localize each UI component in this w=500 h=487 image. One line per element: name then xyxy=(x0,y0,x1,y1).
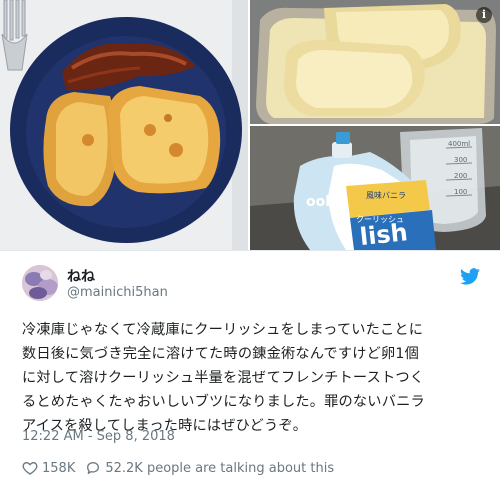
cup-mark-200: 200 xyxy=(454,172,467,180)
pouch-katakana-text: クーリッシュ xyxy=(356,215,404,224)
tweet-text-line: るとめたゃくたゃおいしいブツになりました。罪のないバニラ xyxy=(22,394,425,410)
photo-bread-soaking[interactable]: i xyxy=(250,0,500,124)
like-button[interactable]: 158K xyxy=(22,460,75,476)
pouch-flavor-text: 風味バニラ xyxy=(366,190,406,200)
display-name[interactable]: ねね xyxy=(67,266,95,286)
photo-french-toast-plate[interactable] xyxy=(0,0,248,250)
reply-icon xyxy=(87,462,100,474)
tweet-card: i 400ml 300 200 100 ooli lish 風味バニラ クーリッ… xyxy=(0,0,500,487)
avatar[interactable] xyxy=(22,265,58,301)
tweet-timestamp[interactable]: 12:22 AM - Sep 8, 2018 xyxy=(22,429,175,444)
like-count: 158K xyxy=(42,460,76,476)
cup-mark-400: 400ml xyxy=(448,140,470,148)
photo-grid: i 400ml 300 200 100 ooli lish 風味バニラ クーリッ… xyxy=(0,0,500,250)
reply-button[interactable]: 52.2K people are talking about this xyxy=(85,460,334,476)
cup-mark-300: 300 xyxy=(454,156,467,164)
user-handle[interactable]: @mainichi5han xyxy=(67,285,168,300)
twitter-bird-icon[interactable] xyxy=(460,268,480,285)
tweet-actions: 158K 52.2K people are talking about this xyxy=(22,458,344,478)
cup-mark-100: 100 xyxy=(454,188,467,196)
pouch-brand-text-left: ooli xyxy=(306,194,335,210)
tweet-text-line: 数日後に気づき完全に溶けてた時の錬金術なんですけど卵1個 xyxy=(22,346,419,362)
tweet-text: 冷凍庫じゃなくて冷蔵庫にクーリッシュをしまっていたことに 数日後に気づき完全に溶… xyxy=(22,318,484,438)
talking-count: 52.2K people are talking about this xyxy=(105,460,335,476)
tweet-text-line: 冷凍庫じゃなくて冷蔵庫にクーリッシュをしまっていたことに xyxy=(22,322,424,338)
photo-coolish-pack[interactable]: 400ml 300 200 100 ooli lish 風味バニラ クーリッシュ xyxy=(250,126,500,250)
tweet-text-line: に対して溶けクーリッシュ半量を混ぜてフレンチトーストつく xyxy=(22,370,425,386)
info-icon[interactable]: i xyxy=(476,7,492,23)
heart-icon xyxy=(22,461,38,475)
tweet-body: ねね @mainichi5han 冷凍庫じゃなくて冷蔵庫にクーリッシュをしまって… xyxy=(0,250,500,487)
